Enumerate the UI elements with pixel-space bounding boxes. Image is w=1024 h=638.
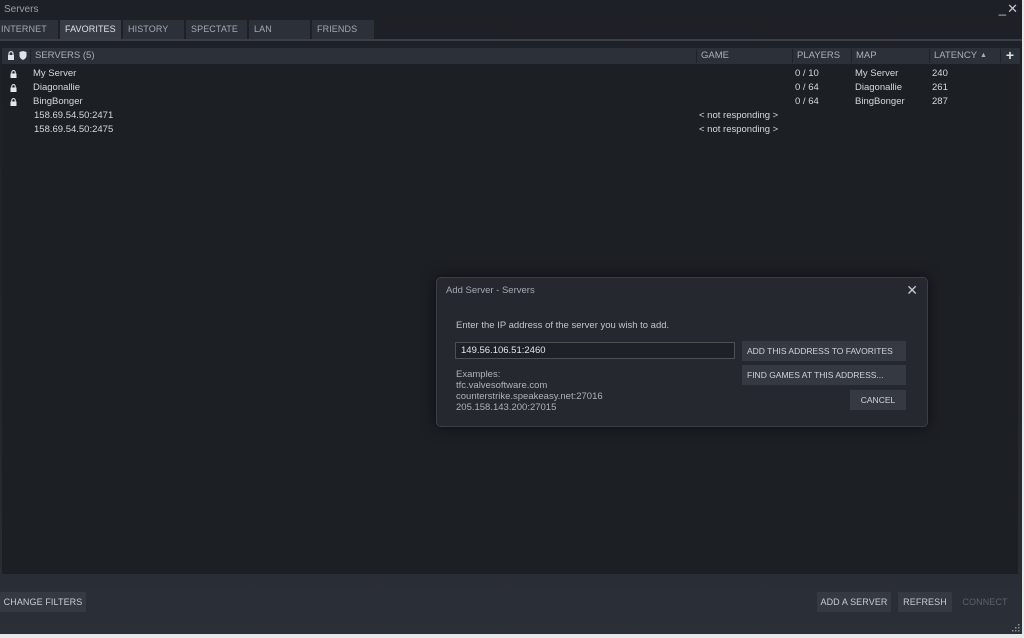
window-title: Servers (4, 4, 39, 15)
tab-friends[interactable]: FRIENDS (312, 20, 374, 39)
server-latency: 240 (932, 68, 948, 79)
tab-divider (0, 39, 1022, 41)
column-header-game[interactable]: GAME (701, 48, 729, 64)
lock-icon (10, 84, 17, 92)
tab-bar: INTERNET FAVORITES HISTORY SPECTATE LAN … (0, 20, 1022, 40)
add-server-dialog: Add Server - Servers ✕ Enter the IP addr… (436, 277, 928, 427)
column-header-players[interactable]: PLAYERS (797, 48, 840, 64)
change-filters-button[interactable]: CHANGE FILTERS (0, 592, 86, 612)
shield-icon[interactable] (19, 51, 27, 60)
column-separator (30, 49, 31, 63)
server-name: 158.69.54.50:2471 (34, 110, 114, 121)
examples-block: Examples: tfc.valvesoftware.com counters… (456, 369, 603, 413)
cancel-button[interactable]: CANCEL (850, 390, 906, 410)
footer-bar: CHANGE FILTERS ADD A SERVER REFRESH CONN… (0, 576, 1022, 634)
title-bar: Servers _ ✕ (0, 0, 1022, 20)
server-list-header: SERVERS (5) GAME PLAYERS MAP LATENCY ▲ + (2, 48, 1020, 64)
resize-grip-icon[interactable] (1012, 624, 1020, 632)
column-separator (696, 49, 697, 63)
add-column-button[interactable]: + (1000, 48, 1020, 64)
lock-icon[interactable] (7, 51, 15, 60)
table-row[interactable]: 158.69.54.50:2471 < not responding > (2, 109, 1018, 123)
tab-history[interactable]: HISTORY (123, 20, 184, 39)
lock-icon (10, 98, 17, 106)
table-row[interactable]: Diagonallie 0 / 64 Diagonallie 261 (2, 81, 1018, 95)
table-row[interactable]: BingBonger 0 / 64 BingBonger 287 (2, 95, 1018, 109)
servers-window: Servers _ ✕ INTERNET FAVORITES HISTORY S… (0, 0, 1022, 634)
server-address-input[interactable] (455, 342, 735, 359)
column-header-latency[interactable]: LATENCY (934, 48, 977, 64)
server-map: Diagonallie (855, 82, 903, 93)
server-game: < not responding > (699, 110, 779, 121)
table-row[interactable]: My Server 0 / 10 My Server 240 (2, 67, 1018, 81)
tab-favorites[interactable]: FAVORITES (60, 20, 121, 40)
column-separator (792, 49, 793, 63)
dialog-close-icon[interactable]: ✕ (906, 282, 918, 299)
server-name: 158.69.54.50:2475 (34, 124, 114, 135)
find-games-button[interactable]: FIND GAMES AT THIS ADDRESS... (742, 365, 906, 385)
server-players: 0 / 10 (795, 68, 819, 79)
minimize-button[interactable]: _ (999, 2, 1006, 16)
column-header-map[interactable]: MAP (856, 48, 877, 64)
tab-internet[interactable]: INTERNET (0, 20, 58, 39)
server-latency: 261 (932, 82, 948, 93)
example-address: 205.158.143.200:27015 (456, 402, 557, 413)
column-separator (851, 49, 852, 63)
sort-ascending-icon: ▲ (980, 52, 987, 59)
column-header-servers[interactable]: SERVERS (5) (35, 48, 94, 64)
server-players: 0 / 64 (795, 82, 819, 93)
server-latency: 287 (932, 96, 948, 107)
example-address: counterstrike.speakeasy.net:27016 (456, 391, 603, 402)
dialog-prompt: Enter the IP address of the server you w… (456, 320, 670, 331)
server-name: Diagonallie (33, 82, 81, 93)
example-address: tfc.valvesoftware.com (456, 380, 548, 391)
server-name: BingBonger (33, 96, 83, 107)
server-game: < not responding > (699, 124, 779, 135)
server-players: 0 / 64 (795, 96, 819, 107)
column-separator (929, 49, 930, 63)
refresh-button[interactable]: REFRESH (898, 592, 952, 612)
connect-button[interactable]: CONNECT (958, 592, 1012, 612)
table-row[interactable]: 158.69.54.50:2475 < not responding > (2, 123, 1018, 137)
add-to-favorites-button[interactable]: ADD THIS ADDRESS TO FAVORITES (742, 341, 906, 361)
add-server-button[interactable]: ADD A SERVER (817, 592, 891, 612)
dialog-title: Add Server - Servers (446, 285, 535, 296)
tab-spectate[interactable]: SPECTATE (186, 20, 247, 39)
close-window-button[interactable]: ✕ (1007, 2, 1018, 16)
examples-label: Examples: (456, 369, 501, 380)
tab-lan[interactable]: LAN (249, 20, 310, 39)
server-name: My Server (33, 68, 77, 79)
lock-icon (10, 70, 17, 78)
server-map: My Server (855, 68, 899, 79)
server-map: BingBonger (855, 96, 905, 107)
